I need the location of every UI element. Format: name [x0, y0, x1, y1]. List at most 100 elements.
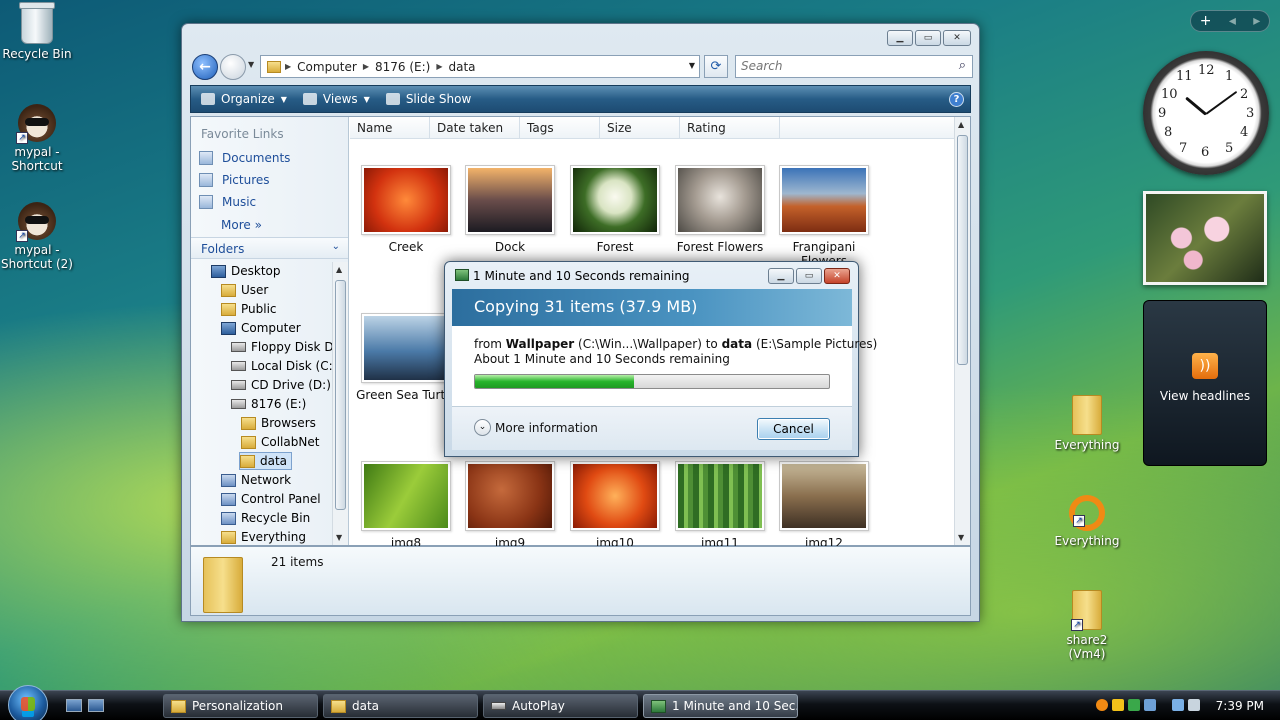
search-icon[interactable]: ⌕ — [959, 58, 966, 73]
slideshow-button[interactable]: Slide Show — [385, 92, 471, 106]
maximize-button[interactable]: ▭ — [796, 268, 822, 284]
recent-pages-dropdown[interactable]: ▼ — [248, 60, 254, 69]
breadcrumb-separator-icon[interactable]: ▶ — [285, 62, 291, 71]
address-bar[interactable]: ▶ Computer ▶ 8176 (E:) ▶ data ▼ — [260, 55, 700, 78]
desktop-icon-everything-app[interactable]: ↗ Everything — [1047, 495, 1127, 548]
tree-item[interactable]: Floppy Disk Dr — [231, 338, 333, 356]
more-information-toggle[interactable]: ⌄ More information — [474, 419, 598, 436]
favorite-music[interactable]: Music — [199, 195, 256, 209]
column-rating[interactable]: Rating — [680, 117, 780, 138]
source-name[interactable]: Wallpaper — [506, 337, 574, 351]
column-date-taken[interactable]: Date taken — [430, 117, 520, 138]
desktop-icon-mypal[interactable]: ↗ mypal - Shortcut — [0, 104, 77, 173]
refresh-button[interactable]: ⟳ — [704, 55, 728, 78]
tree-item-selected[interactable]: data — [239, 452, 293, 470]
breadcrumb-data[interactable]: data — [448, 60, 475, 74]
help-icon[interactable]: ? — [949, 92, 964, 107]
chevron-down-icon: ⌄ — [331, 241, 340, 252]
file-thumbnail[interactable]: Forest Flowers — [670, 165, 770, 254]
column-name[interactable]: Name — [350, 117, 430, 138]
maximize-button[interactable]: ▭ — [915, 30, 941, 46]
start-button[interactable] — [8, 685, 48, 720]
show-desktop-icon[interactable] — [66, 699, 82, 712]
minimize-button[interactable]: ▁ — [887, 30, 913, 46]
task-personalization[interactable]: Personalization — [163, 694, 318, 718]
task-copy-progress[interactable]: 1 Minute and 10 Sec... — [643, 694, 798, 718]
slideshow-gadget[interactable] — [1143, 191, 1267, 285]
monitor-tray-icon[interactable] — [1172, 699, 1184, 711]
file-thumbnail[interactable]: img9 — [460, 461, 560, 550]
cancel-button[interactable]: Cancel — [757, 418, 830, 440]
scroll-up-icon[interactable]: ▲ — [336, 265, 342, 274]
folders-header[interactable]: Folders ⌄ — [191, 237, 348, 259]
file-thumbnail[interactable]: img10 — [565, 461, 665, 550]
tree-item[interactable]: CollabNet — [241, 433, 319, 451]
task-data[interactable]: data — [323, 694, 478, 718]
close-button[interactable]: ✕ — [824, 268, 850, 284]
breadcrumb-separator-icon[interactable]: ▶ — [436, 62, 442, 71]
tree-item[interactable]: Computer — [221, 319, 301, 337]
breadcrumb-separator-icon[interactable]: ▶ — [363, 62, 369, 71]
network-tray-icon[interactable] — [1144, 699, 1156, 711]
tree-scrollbar[interactable]: ▲ ▼ — [332, 262, 348, 545]
file-thumbnail[interactable]: img12 — [774, 461, 874, 550]
desktop-icon-share2[interactable]: ↗ share2 (Vm4) — [1047, 590, 1127, 661]
clock-time[interactable]: 7:39 PM — [1216, 699, 1264, 713]
desktop-icon-everything-folder[interactable]: Everything — [1047, 395, 1127, 452]
column-tags[interactable]: Tags — [520, 117, 600, 138]
scroll-thumb[interactable] — [957, 135, 968, 365]
image-thumbnail — [779, 165, 869, 235]
file-thumbnail[interactable]: Frangipani Flowers — [774, 165, 874, 268]
desktop-icon-recycle-bin[interactable]: Recycle Bin — [0, 2, 77, 61]
alert-tray-icon[interactable] — [1112, 699, 1124, 711]
tree-item[interactable]: Everything — [221, 528, 306, 545]
feed-headlines-gadget[interactable]: )) View headlines — [1143, 300, 1267, 466]
close-button[interactable]: ✕ — [943, 30, 971, 46]
file-thumbnail[interactable]: Dock — [460, 165, 560, 254]
scroll-down-icon[interactable]: ▼ — [958, 533, 964, 542]
task-autoplay[interactable]: AutoPlay — [483, 694, 638, 718]
clock-gadget[interactable]: 12 1 2 3 4 5 6 7 8 9 10 11 — [1143, 51, 1269, 175]
tree-item[interactable]: Control Panel — [221, 490, 321, 508]
scroll-down-icon[interactable]: ▼ — [336, 533, 342, 542]
back-button[interactable]: ← — [192, 54, 218, 80]
desktop-icon-mypal-2[interactable]: ↗ mypal - Shortcut (2) — [0, 202, 77, 271]
add-gadget-button[interactable]: + — [1200, 13, 1212, 29]
switch-windows-icon[interactable] — [88, 699, 104, 712]
tree-item[interactable]: Network — [221, 471, 291, 489]
tree-item[interactable]: User — [221, 281, 268, 299]
file-thumbnail[interactable]: img8 — [356, 461, 456, 550]
destination-name[interactable]: data — [722, 337, 753, 351]
more-links[interactable]: More » — [221, 218, 262, 232]
gadget-next-button[interactable]: ▸ — [1253, 13, 1260, 29]
breadcrumb-drive[interactable]: 8176 (E:) — [375, 60, 430, 74]
search-tray-icon[interactable] — [1096, 699, 1108, 711]
address-dropdown-icon[interactable]: ▼ — [689, 61, 695, 70]
breadcrumb-computer[interactable]: Computer — [297, 60, 357, 74]
gadget-prev-button[interactable]: ◂ — [1229, 13, 1236, 29]
tree-item[interactable]: Public — [221, 300, 277, 318]
file-scrollbar[interactable]: ▲ ▼ — [954, 117, 970, 545]
file-thumbnail[interactable]: Forest — [565, 165, 665, 254]
views-menu[interactable]: Views ▼ — [302, 92, 370, 106]
tree-item[interactable]: Desktop — [211, 262, 281, 280]
tree-item[interactable]: 8176 (E:) — [231, 395, 306, 413]
organize-menu[interactable]: Organize ▼ — [201, 92, 287, 106]
tree-item[interactable]: Local Disk (C:) — [231, 357, 333, 375]
favorite-documents[interactable]: Documents — [199, 151, 290, 165]
volume-tray-icon[interactable] — [1188, 699, 1200, 711]
scroll-thumb[interactable] — [335, 280, 346, 510]
file-thumbnail[interactable]: img11 — [670, 461, 770, 550]
forward-button[interactable] — [220, 54, 246, 80]
search-input[interactable] — [741, 56, 941, 76]
minimize-button[interactable]: ▁ — [768, 268, 794, 284]
file-thumbnail[interactable]: Green Sea Turtle — [356, 313, 456, 402]
scroll-up-icon[interactable]: ▲ — [958, 120, 964, 129]
file-thumbnail[interactable]: Creek — [356, 165, 456, 254]
tree-item[interactable]: Browsers — [241, 414, 316, 432]
favorite-pictures[interactable]: Pictures — [199, 173, 270, 187]
tree-item[interactable]: CD Drive (D:) C — [231, 376, 333, 394]
column-size[interactable]: Size — [600, 117, 680, 138]
tree-item[interactable]: Recycle Bin — [221, 509, 310, 527]
sync-tray-icon[interactable] — [1128, 699, 1140, 711]
